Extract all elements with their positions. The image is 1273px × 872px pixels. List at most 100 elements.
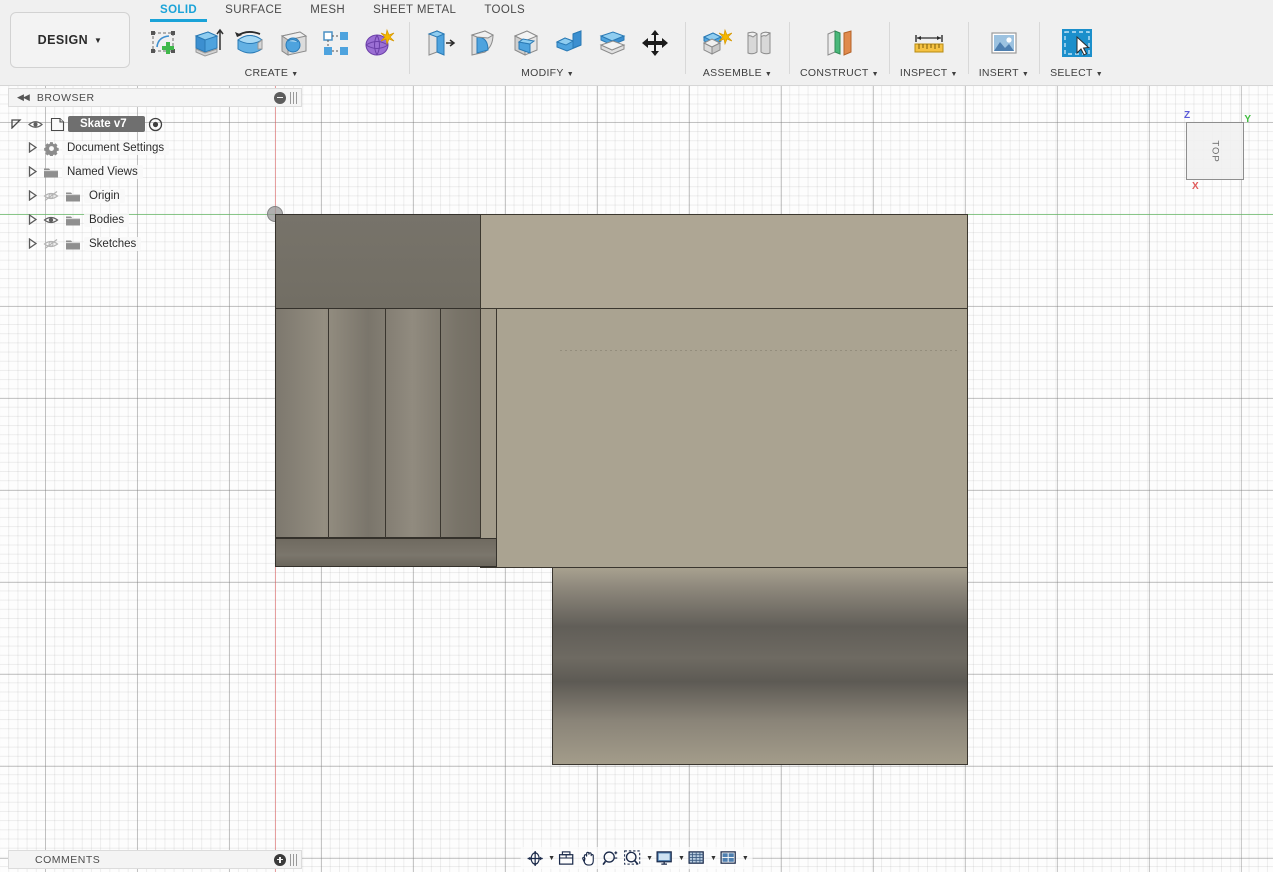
pan-hand-icon bbox=[582, 851, 595, 866]
ribbon-group-create: CREATE ▼ bbox=[138, 20, 405, 86]
split-body-icon bbox=[599, 31, 626, 55]
tree-item-skate-v7[interactable]: Skate v7 bbox=[8, 112, 308, 136]
orbit-icon bbox=[527, 850, 543, 866]
ribbon-group-construct: CONSTRUCT ▼ bbox=[794, 20, 885, 86]
create-form-button[interactable] bbox=[359, 22, 399, 64]
shell-button[interactable] bbox=[506, 22, 546, 64]
plus-circle-icon[interactable] bbox=[274, 853, 286, 866]
select-group-label[interactable]: SELECT ▼ bbox=[1050, 67, 1103, 79]
target-component-icon[interactable] bbox=[145, 117, 167, 132]
look-at-icon bbox=[559, 851, 574, 865]
zoom-window-button[interactable] bbox=[622, 848, 643, 868]
combine-button[interactable] bbox=[549, 22, 589, 64]
revolve-icon bbox=[235, 31, 263, 54]
insert-image-icon bbox=[991, 32, 1017, 54]
zoom-button[interactable] bbox=[600, 848, 621, 868]
chevron-down-icon[interactable]: ▼ bbox=[646, 855, 653, 862]
view-cube-face-label: TOP bbox=[1209, 139, 1221, 163]
tab-surface[interactable]: SURFACE bbox=[211, 0, 296, 20]
chevron-down-icon[interactable]: ▼ bbox=[548, 855, 555, 862]
tab-tools[interactable]: TOOLS bbox=[470, 0, 539, 20]
folder-icon bbox=[62, 238, 84, 251]
tree-item-bodies[interactable]: Bodies bbox=[8, 208, 308, 232]
zoom-window-icon bbox=[624, 849, 641, 865]
tree-item-origin[interactable]: Origin bbox=[8, 184, 308, 208]
visibility-eye-icon[interactable] bbox=[24, 119, 46, 130]
move-copy-button[interactable] bbox=[635, 22, 675, 64]
modify-group-label[interactable]: MODIFY ▼ bbox=[521, 67, 574, 79]
visibility-hidden-icon[interactable] bbox=[40, 238, 62, 250]
visibility-eye-icon[interactable] bbox=[40, 214, 62, 226]
fillet-button[interactable] bbox=[463, 22, 503, 64]
tree-item-document-settings[interactable]: Document Settings bbox=[8, 136, 308, 160]
grid-snaps-button[interactable] bbox=[686, 848, 707, 868]
panel-resize-grip[interactable] bbox=[290, 853, 297, 866]
top-toolbar: DESIGN ▼ SOLID SURFACE MESH SHEET METAL … bbox=[0, 0, 1273, 86]
workspace-switcher-button[interactable]: DESIGN ▼ bbox=[10, 12, 130, 68]
axis-label-y: Y bbox=[1244, 114, 1251, 125]
folder-icon bbox=[62, 190, 84, 203]
sweep-button[interactable] bbox=[273, 22, 313, 64]
gear-icon bbox=[40, 141, 62, 156]
panel-resize-grip[interactable] bbox=[290, 91, 297, 104]
move-copy-icon bbox=[642, 30, 668, 56]
browser-tree: Skate v7 Document Settings Named Views O… bbox=[8, 112, 308, 256]
select-button[interactable] bbox=[1057, 22, 1097, 64]
extrude-button[interactable] bbox=[187, 22, 227, 64]
tab-sheet-metal[interactable]: SHEET METAL bbox=[359, 0, 470, 20]
new-sketch-button[interactable] bbox=[144, 22, 184, 64]
measure-button[interactable] bbox=[909, 22, 949, 64]
inspect-group-label[interactable]: INSPECT ▼ bbox=[900, 67, 958, 79]
construct-group-label[interactable]: CONSTRUCT ▼ bbox=[800, 67, 879, 79]
tree-item-label: Bodies bbox=[84, 213, 130, 227]
tree-item-label: Document Settings bbox=[62, 141, 170, 155]
new-sketch-icon bbox=[151, 31, 175, 54]
revolve-button[interactable] bbox=[230, 22, 270, 64]
toolbar-separator bbox=[409, 22, 410, 74]
axis-label-z: Z bbox=[1184, 110, 1191, 121]
create-group-label[interactable]: CREATE ▼ bbox=[245, 67, 299, 79]
ribbon-panel: CREATE ▼ MODIFY ▼ ASSEMBLE ▼ CONSTRUCT ▼… bbox=[138, 20, 1109, 86]
orbit-button[interactable] bbox=[524, 848, 545, 868]
offset-plane-icon bbox=[827, 30, 852, 56]
tab-mesh[interactable]: MESH bbox=[296, 0, 359, 20]
insert-image-button[interactable] bbox=[984, 22, 1024, 64]
new-component-icon bbox=[702, 28, 732, 55]
pan-button[interactable] bbox=[578, 848, 599, 868]
view-cube[interactable]: Z Y X TOP bbox=[1160, 108, 1265, 198]
insert-group-label[interactable]: INSERT ▼ bbox=[979, 67, 1029, 79]
minus-circle-icon[interactable] bbox=[274, 91, 286, 104]
viewports-button[interactable] bbox=[718, 848, 739, 868]
tree-item-label: Skate v7 bbox=[68, 116, 145, 132]
chevron-down-icon[interactable]: ▼ bbox=[678, 855, 685, 862]
shell-icon bbox=[513, 30, 539, 56]
new-component-button[interactable] bbox=[696, 22, 736, 64]
press-pull-icon bbox=[427, 30, 456, 56]
view-cube-top-face[interactable]: TOP bbox=[1186, 122, 1244, 180]
expand-arrow-icon[interactable] bbox=[24, 189, 40, 203]
tab-solid[interactable]: SOLID bbox=[146, 0, 211, 22]
visibility-hidden-icon[interactable] bbox=[40, 190, 62, 202]
expand-arrow-icon[interactable] bbox=[24, 165, 40, 179]
combine-icon bbox=[555, 30, 582, 52]
assemble-group-label[interactable]: ASSEMBLE ▼ bbox=[703, 67, 772, 79]
expand-arrow-icon[interactable] bbox=[24, 141, 40, 155]
expand-arrow-icon[interactable] bbox=[8, 118, 24, 131]
joint-icon bbox=[747, 31, 772, 55]
collapse-browser-icon[interactable]: ◀◀ bbox=[13, 92, 33, 103]
expand-arrow-icon[interactable] bbox=[24, 237, 40, 251]
ribbon-tabbar: SOLID SURFACE MESH SHEET METAL TOOLS bbox=[130, 0, 539, 22]
display-settings-button[interactable] bbox=[654, 848, 675, 868]
chevron-down-icon[interactable]: ▼ bbox=[742, 855, 749, 862]
offset-plane-button[interactable] bbox=[819, 22, 859, 64]
tree-item-named-views[interactable]: Named Views bbox=[8, 160, 308, 184]
split-body-button[interactable] bbox=[592, 22, 632, 64]
chevron-down-icon[interactable]: ▼ bbox=[710, 855, 717, 862]
pattern-button[interactable] bbox=[316, 22, 356, 64]
tree-item-sketches[interactable]: Sketches bbox=[8, 232, 308, 256]
expand-arrow-icon[interactable] bbox=[24, 213, 40, 227]
zoom-icon bbox=[602, 850, 618, 865]
joint-button[interactable] bbox=[739, 22, 779, 64]
press-pull-button[interactable] bbox=[420, 22, 460, 64]
look-at-button[interactable] bbox=[556, 848, 577, 868]
